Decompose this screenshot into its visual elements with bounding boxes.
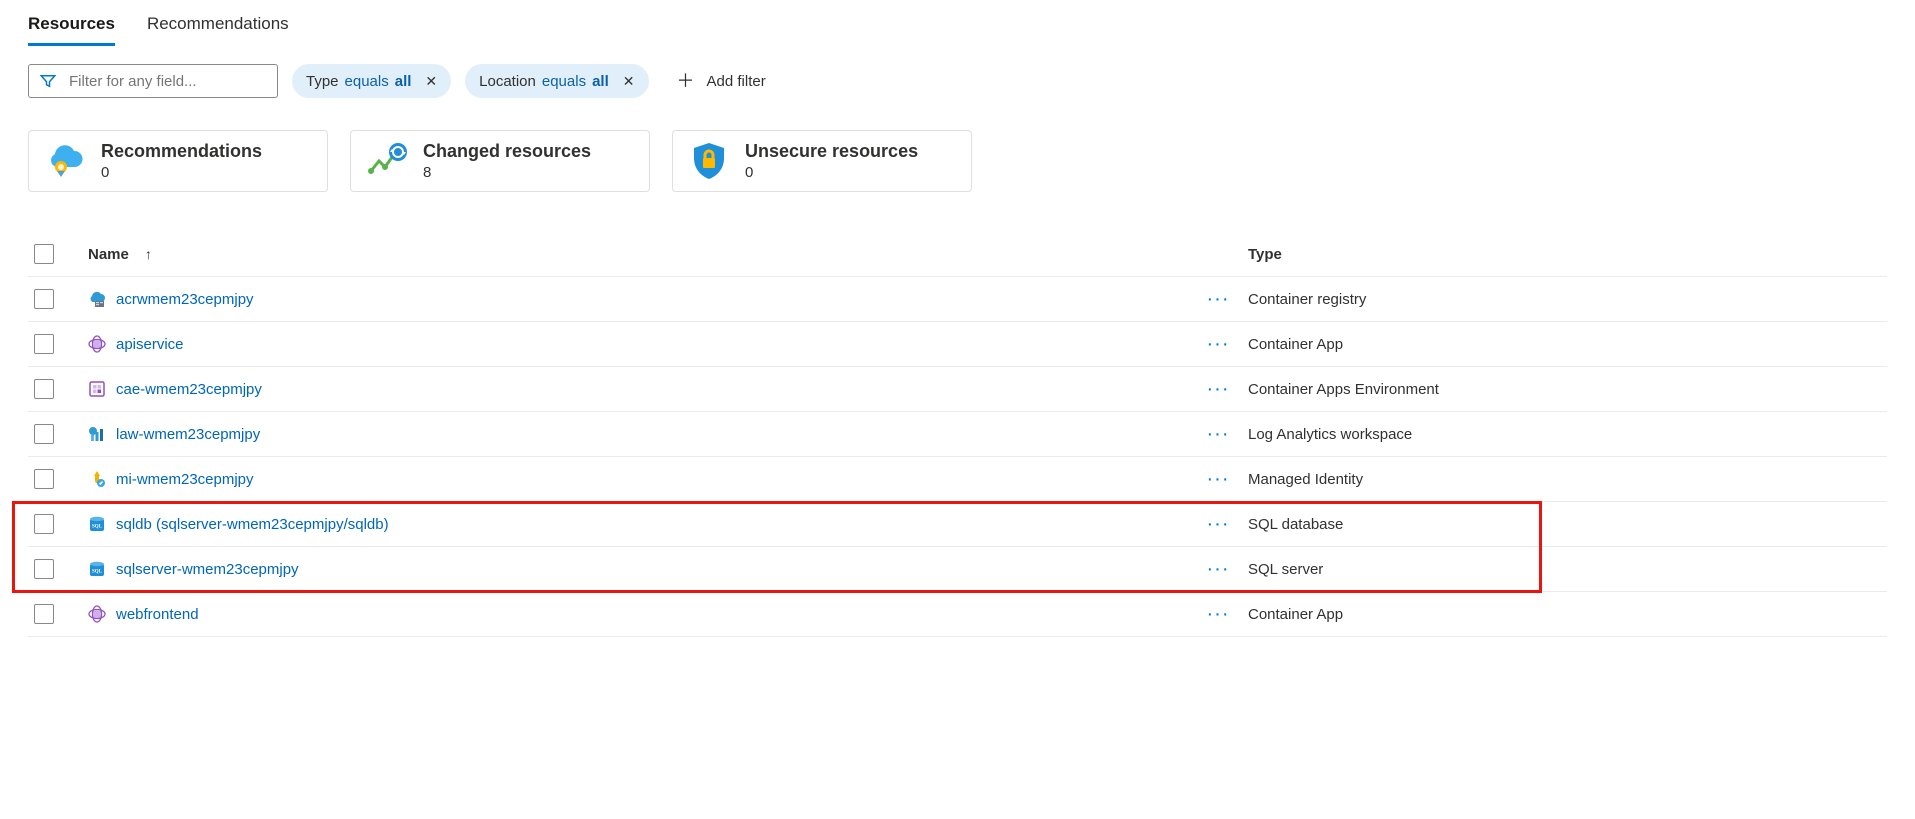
filter-icon: [39, 72, 57, 90]
resource-type: SQL database: [1248, 516, 1887, 533]
tile-recommendations-title: Recommendations: [101, 141, 262, 162]
select-all-checkbox[interactable]: [34, 244, 54, 264]
resource-type: Log Analytics workspace: [1248, 426, 1887, 443]
pill-type-op: equals: [345, 73, 389, 90]
pill-location-clear-icon[interactable]: ✕: [623, 73, 635, 90]
table-row: apiservice ··· Container App: [28, 322, 1887, 367]
row-more-icon[interactable]: ···: [1207, 609, 1230, 619]
tab-recommendations[interactable]: Recommendations: [147, 6, 289, 46]
table-row: webfrontend ··· Container App: [28, 592, 1887, 637]
resource-link[interactable]: sqldb (sqlserver-wmem23cepmjpy/sqldb): [116, 516, 389, 533]
resource-type-icon: [88, 470, 106, 488]
filter-input-wrap[interactable]: [28, 64, 278, 98]
table-row: SQL sqlserver-wmem23cepmjpy ··· SQL server: [28, 547, 1887, 592]
tile-unsecure-title: Unsecure resources: [745, 141, 918, 162]
resource-type-icon: SQL: [88, 515, 106, 533]
resource-link[interactable]: apiservice: [116, 336, 184, 353]
tab-resources[interactable]: Resources: [28, 6, 115, 46]
add-filter-label: Add filter: [707, 73, 766, 90]
changed-resources-icon: [367, 141, 407, 181]
row-checkbox[interactable]: [34, 334, 54, 354]
filter-bar: Type equals all ✕ Location equals all ✕ …: [28, 64, 1887, 98]
pill-location-op: equals: [542, 73, 586, 90]
pill-location-prefix: Location: [479, 73, 536, 90]
resource-link[interactable]: webfrontend: [116, 606, 199, 623]
row-checkbox[interactable]: [34, 424, 54, 444]
row-more-icon[interactable]: ···: [1207, 339, 1230, 349]
tabs: Resources Recommendations: [28, 0, 1887, 46]
resource-type-icon: [88, 425, 106, 443]
resource-type-icon: [88, 380, 106, 398]
filter-input[interactable]: [67, 72, 267, 91]
resource-link[interactable]: mi-wmem23cepmjpy: [116, 471, 254, 488]
table-header: Name ↑ Type: [28, 232, 1887, 277]
svg-text:SQL: SQL: [92, 525, 103, 530]
row-more-icon[interactable]: ···: [1207, 474, 1230, 484]
pill-type[interactable]: Type equals all ✕: [292, 64, 451, 98]
row-more-icon[interactable]: ···: [1207, 384, 1230, 394]
pill-type-clear-icon[interactable]: ✕: [425, 73, 437, 90]
resource-link[interactable]: cae-wmem23cepmjpy: [116, 381, 262, 398]
resource-type-icon: [88, 335, 106, 353]
resource-type: Container Apps Environment: [1248, 381, 1887, 398]
plus-icon: ＋: [677, 72, 695, 90]
table-row: cae-wmem23cepmjpy ··· Container Apps Envir…: [28, 367, 1887, 412]
resource-type: Container App: [1248, 606, 1887, 623]
tile-recommendations[interactable]: Recommendations 0: [28, 130, 328, 192]
tile-changed-title: Changed resources: [423, 141, 591, 162]
column-header-type[interactable]: Type: [1248, 246, 1887, 263]
row-more-icon[interactable]: ···: [1207, 564, 1230, 574]
resource-type: Managed Identity: [1248, 471, 1887, 488]
tile-recommendations-count: 0: [101, 164, 262, 181]
table-row: SQL sqldb (sqlserver-wmem23cepmjpy/sqldb)…: [28, 502, 1887, 547]
table-row: mi-wmem23cepmjpy ··· Managed Identity: [28, 457, 1887, 502]
table-body: acrwmem23cepmjpy ··· Container registry api…: [28, 277, 1887, 637]
pill-location-val: all: [592, 73, 609, 90]
row-more-icon[interactable]: ···: [1207, 519, 1230, 529]
tile-unsecure[interactable]: Unsecure resources 0: [672, 130, 972, 192]
resource-link[interactable]: law-wmem23cepmjpy: [116, 426, 260, 443]
row-more-icon[interactable]: ···: [1207, 429, 1230, 439]
shield-lock-icon: [689, 141, 729, 181]
row-checkbox[interactable]: [34, 379, 54, 399]
table-row: acrwmem23cepmjpy ··· Container registry: [28, 277, 1887, 322]
resource-type: SQL server: [1248, 561, 1887, 578]
tile-changed[interactable]: Changed resources 8: [350, 130, 650, 192]
tile-unsecure-count: 0: [745, 164, 918, 181]
pill-location[interactable]: Location equals all ✕: [465, 64, 648, 98]
pill-type-val: all: [395, 73, 412, 90]
row-checkbox[interactable]: [34, 604, 54, 624]
resource-type: Container App: [1248, 336, 1887, 353]
resource-link[interactable]: sqlserver-wmem23cepmjpy: [116, 561, 299, 578]
column-header-name[interactable]: Name ↑: [88, 246, 1188, 263]
row-checkbox[interactable]: [34, 514, 54, 534]
column-name-label: Name: [88, 246, 129, 263]
resource-type-icon: [88, 605, 106, 623]
resource-type: Container registry: [1248, 291, 1887, 308]
resource-type-icon: [88, 290, 106, 308]
svg-text:SQL: SQL: [92, 570, 103, 575]
resources-table: Name ↑ Type acrwmem23cepmjpy ··· Container…: [28, 232, 1887, 637]
add-filter-button[interactable]: ＋ Add filter: [663, 64, 784, 98]
resource-link[interactable]: acrwmem23cepmjpy: [116, 291, 254, 308]
row-checkbox[interactable]: [34, 559, 54, 579]
tile-changed-count: 8: [423, 164, 591, 181]
row-checkbox[interactable]: [34, 469, 54, 489]
pill-type-prefix: Type: [306, 73, 339, 90]
cloud-badge-icon: [45, 141, 85, 181]
summary-tiles: Recommendations 0 Changed resources 8 Un…: [28, 130, 1887, 192]
sort-asc-icon: ↑: [145, 246, 152, 262]
resource-type-icon: SQL: [88, 560, 106, 578]
table-row: law-wmem23cepmjpy ··· Log Analytics worksp…: [28, 412, 1887, 457]
row-more-icon[interactable]: ···: [1207, 294, 1230, 304]
row-checkbox[interactable]: [34, 289, 54, 309]
